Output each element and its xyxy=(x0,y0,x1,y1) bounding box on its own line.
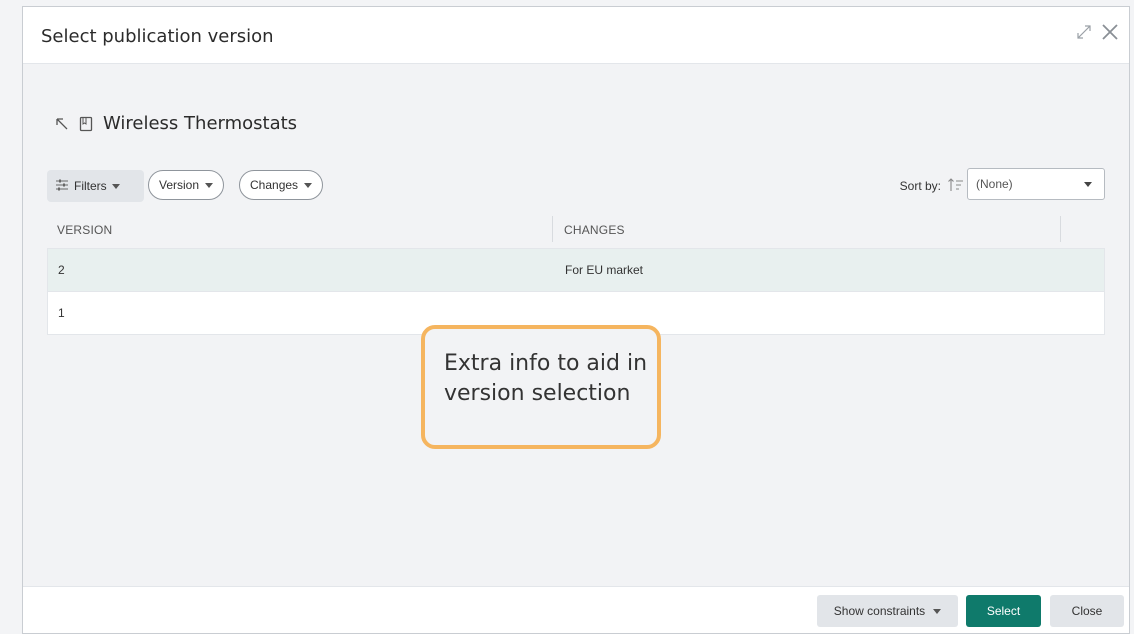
version-cell: 2 xyxy=(58,263,65,277)
chevron-down-icon xyxy=(304,182,313,188)
chevron-down-icon xyxy=(111,183,120,189)
chevron-down-icon xyxy=(1084,182,1092,187)
column-header-version[interactable]: VERSION xyxy=(57,223,112,237)
breadcrumb: Wireless Thermostats xyxy=(55,113,297,134)
dialog-title: Select publication version xyxy=(41,26,274,47)
chevron-down-icon xyxy=(205,182,214,188)
arrow-up-left-icon[interactable] xyxy=(55,117,69,131)
changes-cell: For EU market xyxy=(565,263,644,277)
changes-pill-label: Changes xyxy=(250,178,299,192)
version-pill-label: Version xyxy=(159,178,200,192)
close-button[interactable]: Close xyxy=(1050,595,1124,627)
table-header: VERSION CHANGES xyxy=(47,212,1105,249)
toolbar: Filters Version Changes Sort by: (None) xyxy=(47,168,1105,202)
column-header-changes[interactable]: CHANGES xyxy=(564,223,625,237)
dialog-header: Select publication version xyxy=(23,7,1129,64)
show-constraints-button[interactable]: Show constraints xyxy=(817,595,958,627)
sort-by-label: Sort by: xyxy=(899,179,941,193)
callout-text: Extra info to aid in version selection xyxy=(444,351,648,406)
version-cell: 1 xyxy=(58,306,65,320)
versions-table: VERSION CHANGES 2 For EU market 1 xyxy=(47,212,1105,335)
dialog-footer: Show constraints Select Close xyxy=(23,586,1129,633)
annotation-callout: Extra info to aid in version selection xyxy=(421,325,661,449)
sort-ascending-icon[interactable] xyxy=(947,176,965,194)
expand-diagonal-icon[interactable] xyxy=(1071,19,1097,45)
version-filter-pill[interactable]: Version xyxy=(148,170,225,200)
filters-button[interactable]: Filters xyxy=(47,170,144,202)
sort-select-value: (None) xyxy=(976,177,1013,191)
show-constraints-label: Show constraints xyxy=(833,604,926,618)
filters-label: Filters xyxy=(74,179,107,193)
close-icon[interactable] xyxy=(1097,19,1123,45)
publication-name: Wireless Thermostats xyxy=(103,113,298,134)
select-button[interactable]: Select xyxy=(966,595,1041,627)
column-divider[interactable] xyxy=(1060,216,1061,242)
dialog-body: Wireless Thermostats Filters Version Cha… xyxy=(23,64,1129,587)
column-divider[interactable] xyxy=(552,216,553,242)
sort-select[interactable]: (None) xyxy=(967,168,1105,200)
sliders-icon xyxy=(55,178,69,195)
select-version-dialog: Select publication version Wireless Ther… xyxy=(22,6,1130,634)
chevron-down-icon xyxy=(933,608,942,614)
changes-filter-pill[interactable]: Changes xyxy=(239,170,324,200)
book-icon xyxy=(79,116,93,132)
table-row[interactable]: 2 For EU market xyxy=(47,249,1105,292)
